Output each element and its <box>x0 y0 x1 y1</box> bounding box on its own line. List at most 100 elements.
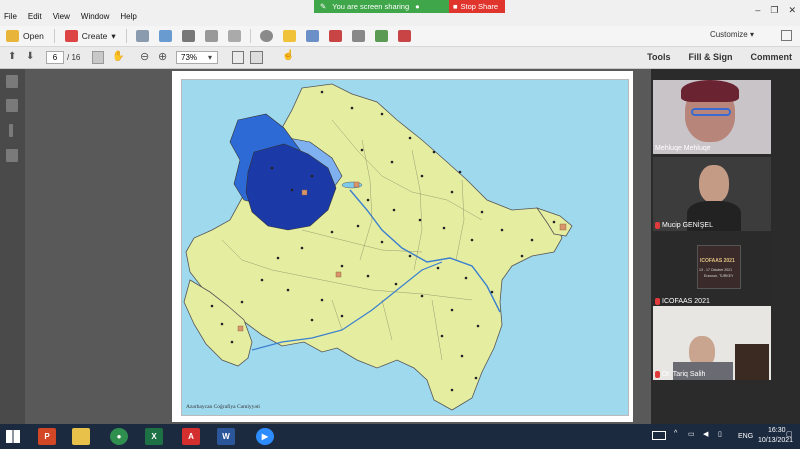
keyboard-icon[interactable] <box>652 431 666 440</box>
share-bar: ✎ You are screen sharing ● ■ Stop Share <box>314 0 505 13</box>
chair <box>735 344 769 380</box>
sign-icon[interactable] <box>397 30 411 42</box>
expand-icon[interactable] <box>781 30 792 41</box>
file-explorer-icon[interactable] <box>72 428 90 445</box>
close-icon[interactable]: ✕ <box>788 5 796 16</box>
toolbar-divider <box>53 29 55 43</box>
signatures-icon[interactable] <box>6 149 18 162</box>
poster-image: ICOFAAS 2021 13 - 17 October 2021 Erzuru… <box>697 245 741 289</box>
page-number-input[interactable]: 6 <box>46 51 64 64</box>
map-image <box>181 79 629 416</box>
chevron-down-icon[interactable]: ▾ <box>208 53 212 62</box>
minimize-icon[interactable]: – <box>755 5 760 16</box>
attach-icon[interactable] <box>351 30 365 42</box>
clock-time[interactable]: 16:30 <box>768 427 786 434</box>
network-icon[interactable]: ▭ <box>688 430 695 438</box>
mic-muted-icon <box>655 371 660 378</box>
toolbar-divider <box>125 29 127 43</box>
next-page-icon[interactable]: ⬇ <box>26 51 34 62</box>
stop-share-button[interactable]: ■ Stop Share <box>449 0 505 13</box>
fit-page-icon[interactable] <box>232 51 244 64</box>
battery-icon[interactable]: ▯ <box>718 430 722 438</box>
page-toolbar: ⬆ ⬇ 6 / 16 ✋ ⊖ ⊕ 73% ▾ ☝ Tools Fill & Si… <box>0 47 800 69</box>
highlight-icon[interactable] <box>305 30 319 42</box>
word-icon[interactable]: W <box>217 428 235 445</box>
speaker-icon[interactable]: ◀ <box>703 430 708 438</box>
menu-view[interactable]: View <box>53 12 70 21</box>
participant-hair <box>681 80 739 102</box>
edit-document-icon[interactable] <box>204 30 218 42</box>
left-navigation-pane <box>0 69 25 424</box>
window-controls: – ❐ ✕ <box>755 5 796 16</box>
mic-muted-icon <box>655 222 660 229</box>
language-indicator[interactable]: ENG <box>738 433 753 440</box>
maximize-icon[interactable]: ❐ <box>770 5 778 16</box>
azerbaijan-map <box>183 83 573 411</box>
participant-glasses <box>691 108 731 116</box>
stop-share-label: Stop Share <box>460 2 499 11</box>
hand-tool-icon[interactable]: ✋ <box>112 51 124 62</box>
fill-sign-link[interactable]: Fill & Sign <box>688 52 732 62</box>
create-pdf-icon <box>64 30 78 42</box>
participant-name-label: Dr. Tariq Salih <box>662 371 706 378</box>
fit-width-icon[interactable] <box>250 51 263 64</box>
participant-name-3: ICOFAAS 2021 <box>655 298 710 305</box>
menu: File Edit View Window Help <box>4 12 137 21</box>
tag-icon[interactable] <box>374 30 388 42</box>
participant-name-label: Mehluqe Mehluqe <box>655 145 711 152</box>
zoom-icon[interactable]: ▶ <box>256 428 274 445</box>
notifications-icon[interactable]: ▢ <box>786 430 793 438</box>
participant-tile[interactable]: ICOFAAS 2021 13 - 17 October 2021 Erzuru… <box>653 233 771 307</box>
chevron-down-icon: ▾ <box>749 30 754 39</box>
right-panel-links: Tools Fill & Sign Comment <box>647 52 792 62</box>
chevron-down-icon: ▾ <box>111 30 116 41</box>
zoom-out-icon[interactable]: ⊖ <box>140 50 149 63</box>
share-status-text: You are screen sharing <box>332 2 410 11</box>
share-pin-icon[interactable]: ✎ <box>320 2 326 11</box>
bookmarks-icon[interactable] <box>6 99 18 112</box>
create-button[interactable]: Create ▾ <box>59 30 122 42</box>
cloud-upload-icon[interactable] <box>158 30 172 42</box>
folder-icon <box>6 30 19 42</box>
clock-date[interactable]: 10/13/2021 <box>758 437 793 444</box>
open-button[interactable]: Open <box>0 30 50 42</box>
customize-dropdown[interactable]: Customize ▾ <box>710 30 754 39</box>
windows-start-icon[interactable] <box>6 430 20 443</box>
attachments-icon[interactable] <box>9 124 13 137</box>
page-total: / 16 <box>67 53 81 62</box>
tools-link[interactable]: Tools <box>647 52 670 62</box>
toolbar-divider <box>249 29 251 43</box>
shield-icon: ● <box>415 2 420 11</box>
poster-title: ICOFAAS 2021 <box>700 258 735 264</box>
participant-tile[interactable]: Mehluqe Mehluqe <box>653 80 771 154</box>
zoom-in-icon[interactable]: ⊕ <box>158 50 167 63</box>
chevron-up-icon[interactable]: ^ <box>674 430 677 437</box>
main-toolbar: Open Create ▾ <box>0 26 800 47</box>
print-icon[interactable] <box>181 30 195 42</box>
acrobat-icon[interactable]: A <box>182 428 200 445</box>
share-status: ✎ You are screen sharing ● <box>314 0 449 13</box>
participant-tile[interactable]: Mucip GENİŞEL <box>653 157 771 231</box>
previous-page-icon[interactable]: ⬆ <box>8 51 16 62</box>
stamp-icon[interactable] <box>328 30 342 42</box>
settings-icon[interactable] <box>259 30 273 42</box>
menu-window[interactable]: Window <box>81 12 109 21</box>
menu-help[interactable]: Help <box>120 12 136 21</box>
save-icon[interactable] <box>135 30 149 42</box>
pages-thumbnail-icon[interactable] <box>6 75 18 88</box>
participant-tile[interactable]: Dr. Tariq Salih <box>653 306 771 380</box>
excel-icon[interactable]: X <box>145 428 163 445</box>
comment-icon[interactable] <box>282 30 296 42</box>
customize-label: Customize <box>709 30 748 39</box>
menu-edit[interactable]: Edit <box>28 12 42 21</box>
email-icon[interactable] <box>227 30 241 42</box>
chrome-icon[interactable]: ● <box>110 428 128 445</box>
touch-icon[interactable]: ☝ <box>282 50 294 61</box>
powerpoint-icon[interactable]: P <box>38 428 56 445</box>
menu-file[interactable]: File <box>4 12 17 21</box>
open-label: Open <box>23 31 44 41</box>
zoom-value: 73% <box>181 53 198 62</box>
select-tool-icon[interactable] <box>92 51 104 64</box>
menu-bar: File Edit View Window Help ✎ You are scr… <box>0 0 800 26</box>
comment-link[interactable]: Comment <box>750 52 792 62</box>
